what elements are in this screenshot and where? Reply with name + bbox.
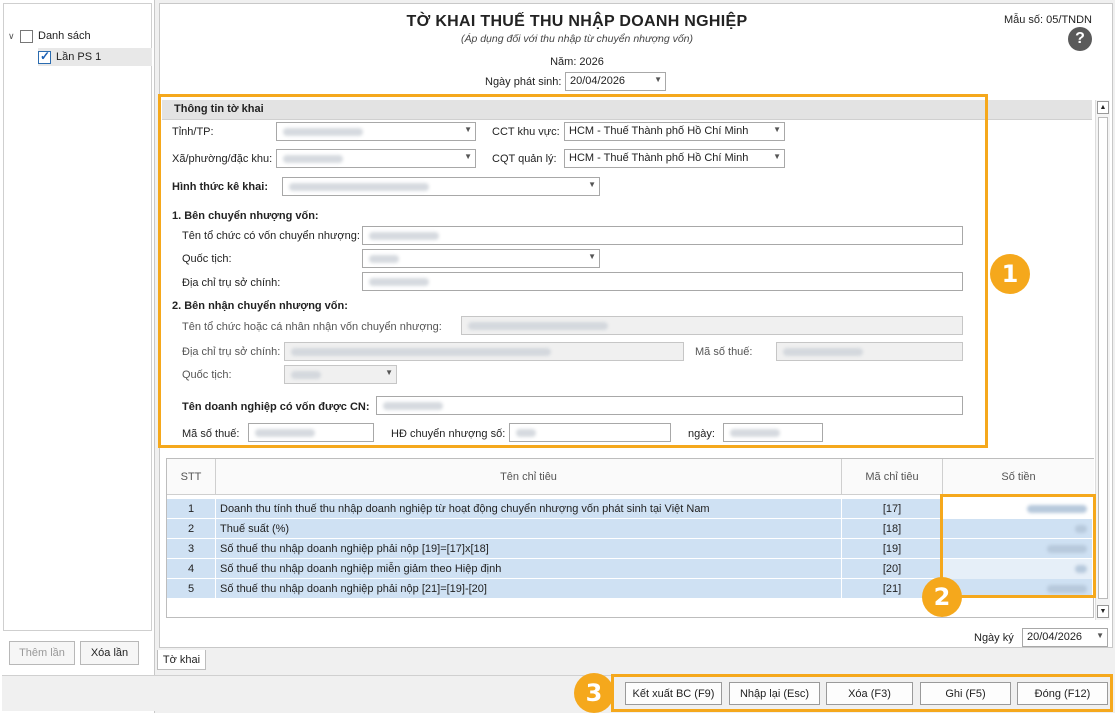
column-header-name: Tên chỉ tiêu bbox=[216, 459, 842, 495]
reset-button[interactable]: Nhập lại (Esc) bbox=[729, 682, 820, 705]
row-stt: 5 bbox=[167, 579, 216, 599]
tree-item-occurrence[interactable]: Lần PS 1 bbox=[38, 48, 152, 66]
column-header-amount: Số tiền bbox=[943, 459, 1094, 495]
scroll-up-icon[interactable]: ▲ bbox=[1097, 101, 1109, 114]
delete-occurrence-button[interactable]: Xóa lần bbox=[80, 641, 139, 665]
chevron-down-icon[interactable]: ▼ bbox=[654, 75, 662, 84]
row-code: [20] bbox=[842, 559, 943, 579]
add-occurrence-button[interactable]: Thêm lần bbox=[9, 641, 75, 665]
row-code: [17] bbox=[842, 499, 943, 519]
step-badge-2: 2 bbox=[922, 577, 962, 617]
highlight-box-1 bbox=[158, 94, 988, 448]
step-badge-1: 1 bbox=[990, 254, 1030, 294]
export-report-button[interactable]: Kết xuất BC (F9) bbox=[625, 682, 722, 705]
tree-item-list[interactable]: ∨ Danh sách bbox=[8, 27, 91, 45]
row-name: Số thuế thu nhập doanh nghiệp miễn giảm … bbox=[216, 559, 842, 579]
highlight-box-2 bbox=[940, 494, 1096, 598]
scroll-down-icon[interactable]: ▼ bbox=[1097, 605, 1109, 618]
chevron-down-icon[interactable]: ▼ bbox=[1096, 631, 1104, 640]
page-subtitle: (Áp dụng đối với thu nhập từ chuyển nhượ… bbox=[460, 33, 694, 45]
row-name: Doanh thu tính thuế thu nhập doanh nghiệ… bbox=[216, 499, 842, 519]
scroll-thumb[interactable] bbox=[1098, 117, 1108, 599]
tab-declaration[interactable]: Tờ khai bbox=[157, 650, 206, 670]
step-badge-3: 3 bbox=[574, 673, 614, 713]
occurrence-date-picker[interactable]: 20/04/2026 ▼ bbox=[565, 72, 666, 91]
row-stt: 4 bbox=[167, 559, 216, 579]
form-code: Mẫu số: 05/TNDN bbox=[1003, 14, 1092, 26]
row-code: [18] bbox=[842, 519, 943, 539]
row-name: Thuế suất (%) bbox=[216, 519, 842, 539]
chevron-down-icon[interactable]: ∨ bbox=[8, 31, 20, 42]
row-stt: 1 bbox=[167, 499, 216, 519]
column-header-stt: STT bbox=[167, 459, 216, 495]
year-label: Năm: 2026 bbox=[550, 56, 604, 68]
form-area: TỜ KHAI THUẾ THU NHẬP DOANH NGHIỆP (Áp d… bbox=[158, 3, 1113, 648]
row-code: [19] bbox=[842, 539, 943, 559]
sign-date-label: Ngày ký bbox=[974, 632, 1014, 644]
help-icon[interactable]: ? bbox=[1068, 27, 1092, 51]
sign-date-value: 20/04/2026 bbox=[1027, 631, 1083, 643]
row-stt: 2 bbox=[167, 519, 216, 539]
main-panel: TỜ KHAI THUẾ THU NHẬP DOANH NGHIỆP (Áp d… bbox=[157, 0, 1115, 713]
tree-item-label: Danh sách bbox=[38, 30, 91, 42]
close-button[interactable]: Đóng (F12) bbox=[1017, 682, 1108, 705]
date-label: Ngày phát sinh: bbox=[485, 76, 562, 88]
left-panel: ∨ Danh sách Lần PS 1 Thêm lần Xóa lần bbox=[0, 0, 155, 713]
tree-item-label: Lần PS 1 bbox=[56, 51, 102, 63]
occurrence-tree: ∨ Danh sách Lần PS 1 bbox=[3, 3, 152, 631]
sign-date-picker[interactable]: 20/04/2026 ▼ bbox=[1022, 628, 1108, 647]
list-checkbox[interactable] bbox=[20, 29, 33, 43]
form-scrollbar[interactable]: ▲ ▼ bbox=[1095, 100, 1110, 620]
page-title: TỜ KHAI THUẾ THU NHẬP DOANH NGHIỆP bbox=[406, 13, 748, 30]
delete-button[interactable]: Xóa (F3) bbox=[826, 682, 913, 705]
occurrence-checkbox[interactable] bbox=[38, 49, 51, 64]
row-stt: 3 bbox=[167, 539, 216, 559]
date-value: 20/04/2026 bbox=[570, 75, 626, 87]
column-header-code: Mã chỉ tiêu bbox=[842, 459, 943, 495]
save-button[interactable]: Ghi (F5) bbox=[920, 682, 1011, 705]
row-name: Số thuế thu nhập doanh nghiệp phải nộp [… bbox=[216, 579, 842, 599]
row-name: Số thuế thu nhập doanh nghiệp phải nộp [… bbox=[216, 539, 842, 559]
